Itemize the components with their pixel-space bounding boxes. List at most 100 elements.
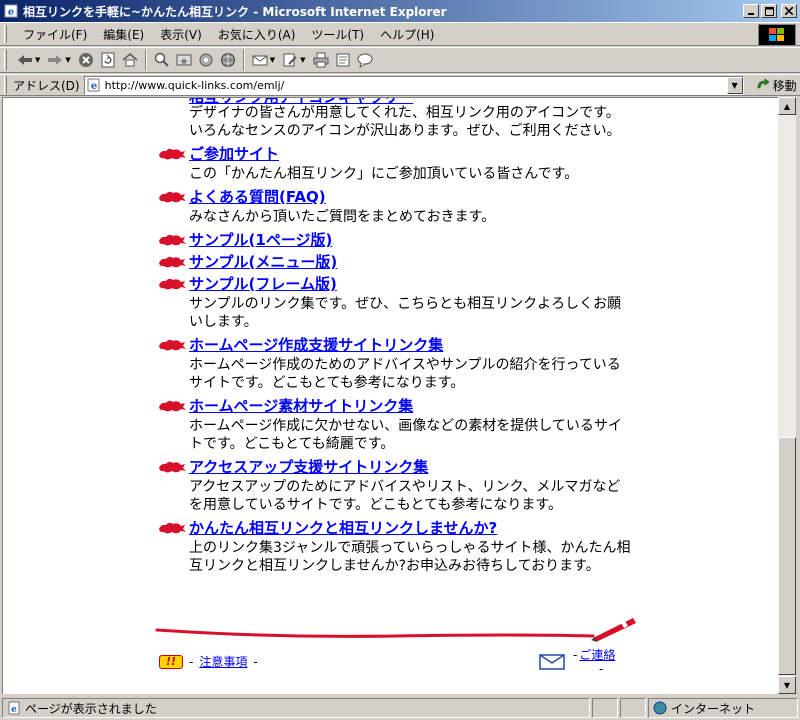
status-text: ページが表示されました	[25, 701, 157, 716]
envelope-icon[interactable]	[539, 654, 565, 670]
nav-link[interactable]: よくある質問(FAQ)	[189, 186, 633, 208]
forward-dropdown-icon[interactable]: ▼	[65, 56, 70, 64]
address-bar: アドレス(D) e http://www.quick-links.com/eml…	[0, 74, 800, 96]
nav-link[interactable]: サンプル(フレーム版)	[189, 273, 633, 295]
title-bar[interactable]: e 相互リンクを手軽に~かんたん相互リンク - Microsoft Intern…	[0, 0, 800, 22]
vertical-scrollbar[interactable]: ▲ ▼	[778, 97, 796, 694]
messenger-icon[interactable]	[355, 50, 375, 70]
menu-bar: ファイル(F) 編集(E) 表示(V) お気に入り(A) ツール(T) ヘルプ(…	[0, 22, 800, 46]
window-title: 相互リンクを手軽に~かんたん相互リンク - Microsoft Internet…	[23, 4, 447, 19]
back-icon[interactable]	[15, 50, 35, 70]
footer-contact: - ご連絡 -	[539, 648, 615, 676]
page-done-icon: e	[8, 701, 20, 715]
menu-edit[interactable]: 編集(E)	[95, 26, 152, 43]
decorative-brush-stroke	[155, 618, 636, 642]
link-description: 上のリンク集3ジャンルで頑張っていらっしゃるサイト様、かんたん相互リンクと相互リ…	[189, 540, 631, 574]
contact-link[interactable]: ご連絡	[579, 648, 615, 662]
list-item: サンプル(1ページ版)	[153, 229, 633, 251]
menu-view[interactable]: 表示(V)	[152, 26, 210, 43]
menu-help[interactable]: ヘルプ(H)	[372, 26, 442, 43]
nav-link[interactable]: アクセスアップ支援サイトリンク集	[189, 456, 633, 478]
edit-icon[interactable]	[280, 50, 300, 70]
toolbar-separator	[242, 50, 245, 70]
address-input[interactable]: e http://www.quick-links.com/emlj/ ▼	[83, 75, 744, 95]
nav-link[interactable]: かんたん相互リンクと相互リンクしませんか?	[189, 517, 633, 539]
nav-link[interactable]: サンプル(1ページ版)	[189, 229, 633, 251]
red-bird-bullet-icon	[157, 189, 187, 205]
list-item: ご参加サイト この「かんたん相互リンク」にご参加頂いている皆さんです。	[153, 143, 633, 183]
link-description: デザイナの皆さんが用意してくれた、相互リンク用のアイコンです。いろんなセンスのア…	[189, 105, 621, 139]
mail-icon[interactable]	[250, 50, 270, 70]
address-grip[interactable]	[4, 76, 7, 94]
scroll-thumb[interactable]	[778, 437, 796, 675]
notice-suffix: -	[253, 654, 258, 669]
stop-icon[interactable]	[76, 50, 96, 70]
list-item: かんたん相互リンクと相互リンクしませんか? 上のリンク集3ジャンルで頑張っていらっ…	[153, 517, 633, 575]
status-bar: e ページが表示されました インターネット	[0, 696, 800, 720]
red-bird-bullet-icon	[157, 337, 187, 353]
link-description: この「かんたん相互リンク」にご参加頂いている皆さんです。	[189, 166, 579, 182]
nav-link[interactable]: ご参加サイト	[189, 143, 633, 165]
warning-badge-icon: !!	[159, 654, 183, 669]
menu-grip[interactable]	[4, 25, 7, 43]
red-bird-bullet-icon	[157, 276, 187, 292]
maximize-button[interactable]	[761, 4, 777, 18]
list-item: ホームページ素材サイトリンク集 ホームページ作成に欠かせない、画像などの素材を提供…	[153, 395, 633, 453]
nav-link[interactable]: ホームページ素材サイトリンク集	[189, 395, 633, 417]
discuss-icon[interactable]	[333, 50, 353, 70]
address-url: http://www.quick-links.com/emlj/	[104, 78, 285, 92]
search-icon[interactable]	[152, 50, 172, 70]
link-description: サンプルのリンク集です。ぜひ、こちらとも相互リンクよろしくお願いします。	[189, 296, 622, 330]
standard-toolbar: ▼ ▼ ▼ ▼	[0, 47, 800, 73]
forward-icon[interactable]	[45, 50, 65, 70]
svg-text:e: e	[90, 81, 96, 92]
menu-tools[interactable]: ツール(T)	[303, 26, 372, 43]
scroll-up-button[interactable]: ▲	[778, 97, 796, 115]
status-progress-cell	[592, 698, 618, 718]
status-text-panel: e ページが表示されました	[2, 698, 590, 718]
link-description: ホームページ作成のためのアドバイスやサンプルの紹介を行っているサイトです。どこも…	[189, 357, 621, 391]
refresh-icon[interactable]	[98, 50, 118, 70]
ie-page-icon: e	[87, 78, 101, 92]
internet-globe-icon	[653, 701, 667, 715]
menu-file[interactable]: ファイル(F)	[15, 26, 95, 43]
link-list: デザイナの皆さんが用意してくれた、相互リンク用のアイコンです。いろんなセンスのア…	[153, 104, 633, 578]
status-security-cell	[620, 698, 646, 718]
nav-link[interactable]: サンプル(メニュー版)	[189, 251, 633, 273]
contact-suffix: -	[599, 662, 604, 676]
list-item: ホームページ作成支援サイトリンク集 ホームページ作成のためのアドバイスやサンプルの…	[153, 334, 633, 392]
red-bird-bullet-icon	[157, 232, 187, 248]
red-bird-bullet-icon	[157, 254, 187, 270]
status-zone-panel: インターネット	[648, 698, 798, 718]
list-item: デザイナの皆さんが用意してくれた、相互リンク用のアイコンです。いろんなセンスのア…	[153, 104, 633, 140]
back-dropdown-icon[interactable]: ▼	[35, 56, 40, 64]
ie-page-icon: e	[3, 3, 19, 19]
go-button[interactable]: 移動	[756, 77, 797, 94]
page-viewport[interactable]: 相互リンク用アイコンギャラリー デザイナの皆さんが用意してくれた、相互リンク用の…	[2, 97, 778, 694]
mail-dropdown-icon[interactable]: ▼	[270, 56, 275, 64]
go-arrow-icon	[757, 78, 770, 89]
edit-dropdown-icon[interactable]: ▼	[300, 56, 305, 64]
favorites-icon[interactable]	[174, 50, 194, 70]
toolbar-separator	[144, 50, 147, 70]
red-bird-bullet-icon	[157, 398, 187, 414]
list-item: よくある質問(FAQ) みなさんから頂いたご質問をまとめておきます。	[153, 186, 633, 226]
footer-notice: !! - 注意事項 -	[159, 653, 258, 670]
minimize-button[interactable]	[743, 4, 759, 18]
print-icon[interactable]	[311, 50, 331, 70]
link-description: みなさんから頂いたご質問をまとめておきます。	[189, 209, 496, 225]
link-description: ホームページ作成に欠かせない、画像などの素材を提供しているサイトです。どこもとて…	[189, 418, 622, 452]
notice-prefix: -	[189, 654, 194, 669]
svg-text:e: e	[11, 705, 17, 715]
address-dropdown-icon[interactable]: ▼	[726, 76, 743, 94]
close-button[interactable]	[781, 4, 797, 18]
toolbar-grip[interactable]	[4, 50, 7, 70]
media-icon[interactable]	[196, 50, 216, 70]
history-icon[interactable]	[218, 50, 238, 70]
menu-favorites[interactable]: お気に入り(A)	[210, 26, 304, 43]
address-label: アドレス(D)	[13, 78, 80, 93]
scroll-down-button[interactable]: ▼	[778, 676, 796, 694]
nav-link[interactable]: ホームページ作成支援サイトリンク集	[189, 334, 633, 356]
home-icon[interactable]	[120, 50, 140, 70]
notice-link[interactable]: 注意事項	[199, 653, 247, 670]
